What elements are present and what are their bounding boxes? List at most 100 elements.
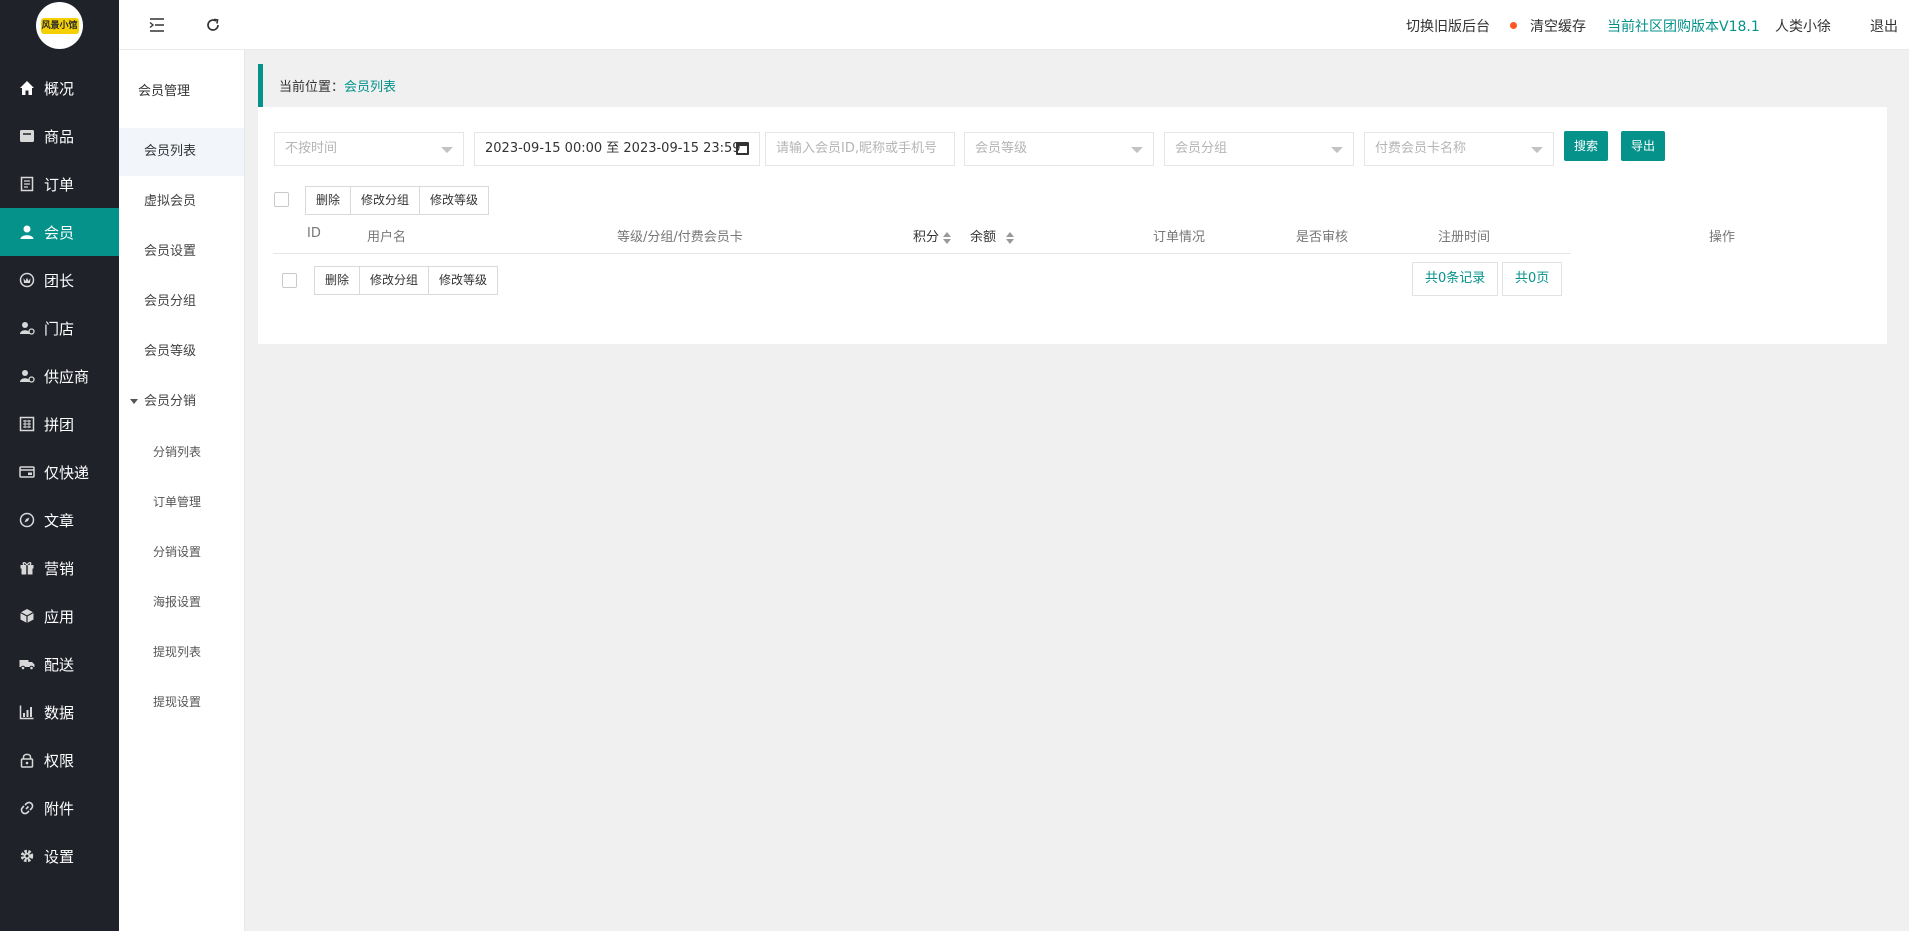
delete-button[interactable]: 删除 (314, 266, 361, 295)
nav-label: 营销 (44, 559, 75, 578)
subnav-item-member-groups[interactable]: 会员分组 (119, 278, 244, 326)
subnav-title: 会员管理 (138, 84, 191, 99)
status-dot (1510, 22, 1517, 29)
nav-item-data[interactable]: 数据 (0, 688, 119, 736)
member-level-select[interactable]: 会员等级 (964, 132, 1154, 166)
member-group-value: 会员分组 (1175, 141, 1228, 156)
subnav-item-member-list[interactable]: 会员列表 (119, 128, 244, 176)
edit-level-button[interactable]: 修改等级 (419, 186, 490, 215)
export-button[interactable]: 导出 (1621, 131, 1665, 161)
goods-icon (19, 128, 35, 144)
nav-label: 权限 (44, 751, 75, 770)
keyword-search-input[interactable]: 请输入会员ID,昵称或手机号 (765, 132, 955, 166)
keyword-placeholder: 请输入会员ID,昵称或手机号 (776, 141, 937, 156)
subnav-item-member-levels[interactable]: 会员等级 (119, 328, 244, 376)
nav-item-delivery[interactable]: 配送 (0, 640, 119, 688)
breadcrumb-current[interactable]: 会员列表 (344, 76, 396, 95)
nav-item-leader[interactable]: 团长 (0, 256, 119, 304)
select-all-checkbox-top[interactable] (274, 192, 289, 207)
home-icon (19, 80, 35, 96)
subnav-item-distribution-settings[interactable]: 分销设置 (119, 537, 244, 567)
sort-icon[interactable] (943, 231, 952, 244)
logo-text: 风景小馆 (40, 17, 79, 34)
column-header-actions: 操作 (1709, 230, 1736, 245)
subnav-item-order-management[interactable]: 订单管理 (119, 487, 244, 517)
time-filter-select[interactable]: 不按时间 (274, 132, 464, 166)
nav-item-attachments[interactable]: 附件 (0, 784, 119, 832)
nav-item-supplier[interactable]: 供应商 (0, 352, 119, 400)
edit-level-button[interactable]: 修改等级 (428, 266, 499, 295)
clear-cache-link[interactable]: 清空缓存 (1530, 16, 1586, 36)
date-range-value: 2023-09-15 00:00 至 2023-09-15 23:59 (485, 141, 741, 156)
batch-actions-bottom: 删除 修改分组 修改等级 (314, 266, 499, 295)
cube-icon (19, 608, 35, 624)
paid-card-select[interactable]: 付费会员卡名称 (1364, 132, 1554, 166)
nav-label: 概况 (44, 79, 75, 98)
compass-icon (19, 512, 35, 528)
express-icon (19, 464, 35, 480)
column-header-id: ID (307, 226, 321, 241)
chart-icon (19, 704, 35, 720)
subnav-item-withdraw-settings[interactable]: 提现设置 (119, 687, 244, 717)
logout-link[interactable]: 退出 (1870, 16, 1898, 36)
nav-item-members[interactable]: 会员 (0, 208, 119, 256)
top-bar: 切换旧版后台 清空缓存 当前社区团购版本V18.1 人类小徐 退出 (119, 0, 1909, 50)
nav-label: 应用 (44, 607, 75, 626)
nav-label: 供应商 (44, 367, 90, 386)
nav-item-marketing[interactable]: 营销 (0, 544, 119, 592)
delete-button[interactable]: 删除 (305, 186, 352, 215)
breadcrumb: 当前位置： 会员列表 (258, 64, 1887, 107)
subnav-item-poster-settings[interactable]: 海报设置 (119, 587, 244, 617)
nav-item-overview[interactable]: 概况 (0, 64, 119, 112)
nav-item-store[interactable]: 门店 (0, 304, 119, 352)
version-label: 当前社区团购版本V18.1 (1607, 19, 1760, 35)
chevron-down-icon (1131, 147, 1143, 153)
group-buy-icon (19, 416, 35, 432)
select-all-checkbox-bottom[interactable] (282, 273, 297, 288)
batch-actions-top: 删除 修改分组 修改等级 (305, 186, 490, 215)
store-icon (19, 320, 35, 336)
column-header-register-time: 注册时间 (1438, 230, 1491, 245)
caret-down-icon (130, 399, 138, 404)
refresh-icon[interactable] (203, 15, 223, 35)
edit-group-button[interactable]: 修改分组 (359, 266, 430, 295)
subnav-item-distribution-list[interactable]: 分销列表 (119, 437, 244, 467)
nav-item-settings[interactable]: 设置 (0, 832, 119, 880)
nav-label: 会员 (44, 223, 75, 242)
nav-item-express[interactable]: 仅快递 (0, 448, 119, 496)
nav-item-goods[interactable]: 商品 (0, 112, 119, 160)
sort-icon[interactable] (1006, 231, 1015, 244)
edit-group-button[interactable]: 修改分组 (350, 186, 421, 215)
total-pages: 共0页 (1502, 262, 1563, 296)
nav-item-permissions[interactable]: 权限 (0, 736, 119, 784)
nav-item-orders[interactable]: 订单 (0, 160, 119, 208)
chevron-down-icon (441, 147, 453, 153)
nav-item-apps[interactable]: 应用 (0, 592, 119, 640)
search-button[interactable]: 搜索 (1564, 131, 1608, 161)
nav-label: 拼团 (44, 415, 75, 434)
member-group-select[interactable]: 会员分组 (1164, 132, 1354, 166)
nav-item-articles[interactable]: 文章 (0, 496, 119, 544)
chevron-down-icon (1331, 147, 1343, 153)
subnav-item-withdraw-list[interactable]: 提现列表 (119, 637, 244, 667)
lock-icon (19, 752, 35, 768)
nav-label: 配送 (44, 655, 75, 674)
nav-item-group-buy[interactable]: 拼团 (0, 400, 119, 448)
menu-toggle-icon[interactable] (147, 15, 167, 35)
nav-label: 仅快递 (44, 463, 90, 482)
date-range-input[interactable]: 2023-09-15 00:00 至 2023-09-15 23:59 (474, 132, 760, 166)
subnav-item-virtual-members[interactable]: 虚拟会员 (119, 178, 244, 226)
total-records: 共0条记录 (1412, 262, 1499, 296)
subnav-group-distribution[interactable]: 会员分销 (119, 387, 244, 417)
user-name[interactable]: 人类小徐 (1775, 16, 1831, 36)
balance-label: 余额 (970, 230, 997, 245)
nav-label: 数据 (44, 703, 75, 722)
switch-old-admin-link[interactable]: 切换旧版后台 (1406, 16, 1490, 36)
column-header-username: 用户名 (367, 230, 407, 245)
column-header-balance[interactable]: 余额 (970, 226, 1015, 245)
column-header-points[interactable]: 积分 (913, 226, 952, 245)
brand-logo[interactable]: 风景小馆 (36, 2, 83, 49)
subnav-item-member-settings[interactable]: 会员设置 (119, 228, 244, 276)
leader-icon (19, 272, 35, 288)
breadcrumb-prefix: 当前位置： (279, 80, 345, 95)
